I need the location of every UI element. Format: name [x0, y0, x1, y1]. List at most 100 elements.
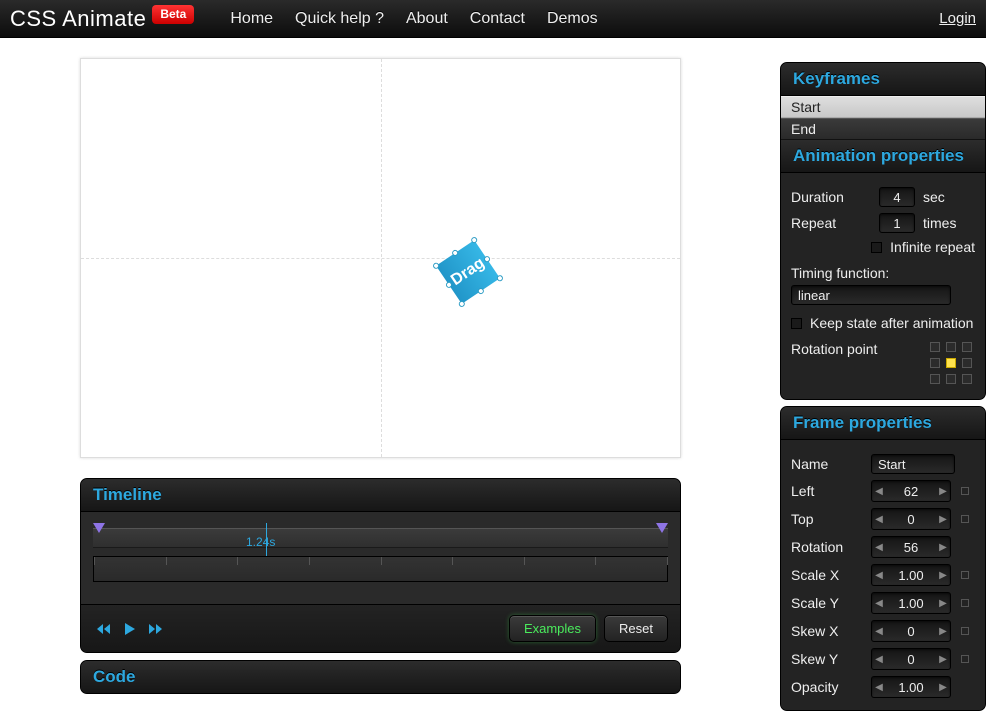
timeline-panel: Timeline 1.24s — [80, 478, 681, 653]
scalex-dec[interactable]: ◀ — [872, 570, 886, 581]
frame-scaley-input[interactable]: ◀ 1.00 ▶ — [871, 592, 951, 614]
skewx-dec[interactable]: ◀ — [872, 626, 886, 637]
frame-opacity-label: Opacity — [791, 679, 865, 695]
skewx-inc[interactable]: ▶ — [936, 626, 950, 637]
keepstate-checkbox[interactable] — [791, 318, 802, 329]
rotpoint-tr[interactable] — [962, 342, 972, 352]
opacity-inc[interactable]: ▶ — [936, 682, 950, 693]
repeat-unit: times — [923, 215, 956, 231]
top-dec[interactable]: ◀ — [872, 514, 886, 525]
examples-button[interactable]: Examples — [509, 615, 596, 642]
timing-label: Timing function: — [791, 265, 889, 281]
frame-scaley-label: Scale Y — [791, 595, 865, 611]
scaley-dec[interactable]: ◀ — [872, 598, 886, 609]
skewy-link-icon[interactable] — [961, 655, 969, 663]
frame-skewx-label: Skew X — [791, 623, 865, 639]
timeline-timelabel: 1.24s — [246, 535, 275, 549]
frame-body: Name Start Left ◀ 62 ▶ Top ◀ 0 ▶ — [781, 440, 985, 710]
timing-select[interactable]: linear — [791, 285, 951, 305]
top-link-icon[interactable] — [961, 515, 969, 523]
play-button[interactable] — [119, 619, 141, 639]
drag-element[interactable]: Drag — [436, 240, 500, 304]
frame-scalex-input[interactable]: ◀ 1.00 ▶ — [871, 564, 951, 586]
duration-unit: sec — [923, 189, 945, 205]
keyframes-title: Keyframes — [781, 63, 985, 96]
frame-name-label: Name — [791, 456, 865, 472]
keyframe-item-start[interactable]: Start — [781, 96, 985, 118]
frame-name-input[interactable]: Start — [871, 454, 955, 474]
drag-label: Drag — [448, 254, 488, 289]
frame-top-label: Top — [791, 511, 865, 527]
rotpoint-ml[interactable] — [930, 358, 940, 368]
rotation-point-grid — [929, 341, 975, 387]
timeline-controls: Examples Reset — [81, 604, 680, 652]
nav-contact[interactable]: Contact — [470, 10, 525, 28]
keyframe-item-end[interactable]: End — [781, 118, 985, 140]
keyframe-marker-start[interactable] — [93, 523, 105, 533]
anim-body: Duration 4 sec Repeat 1 times Infinite r… — [781, 173, 985, 399]
frame-top-input[interactable]: ◀ 0 ▶ — [871, 508, 951, 530]
keyframe-marker-end[interactable] — [656, 523, 668, 533]
duration-label: Duration — [791, 189, 871, 205]
frame-rotation-label: Rotation — [791, 539, 865, 555]
rotpoint-br[interactable] — [962, 374, 972, 384]
left-inc[interactable]: ▶ — [936, 486, 950, 497]
opacity-dec[interactable]: ◀ — [872, 682, 886, 693]
left-dec[interactable]: ◀ — [872, 486, 886, 497]
login-link[interactable]: Login — [939, 10, 976, 27]
timeline-ruler[interactable] — [93, 556, 668, 582]
infinite-checkbox[interactable] — [871, 242, 882, 253]
top-inc[interactable]: ▶ — [936, 514, 950, 525]
resize-handle-bl[interactable] — [432, 262, 440, 270]
stage[interactable]: Drag — [80, 58, 681, 458]
frame-left-label: Left — [791, 483, 865, 499]
resize-handle-mr[interactable] — [477, 287, 485, 295]
rotation-dec[interactable]: ◀ — [872, 542, 886, 553]
skewx-link-icon[interactable] — [961, 627, 969, 635]
reset-button[interactable]: Reset — [604, 615, 668, 642]
resize-handle-tl[interactable] — [470, 236, 478, 244]
resize-handle-tm[interactable] — [483, 255, 491, 263]
rotpoint-mr[interactable] — [962, 358, 972, 368]
duration-input[interactable]: 4 — [879, 187, 915, 207]
frame-scalex-label: Scale X — [791, 567, 865, 583]
topbar: CSS Animate Beta Home Quick help ? About… — [0, 0, 986, 38]
rotpoint-tm[interactable] — [946, 342, 956, 352]
scalex-link-icon[interactable] — [961, 571, 969, 579]
nav-demos[interactable]: Demos — [547, 10, 598, 28]
resize-handle-tr[interactable] — [496, 274, 504, 282]
frame-rotation-input[interactable]: ◀ 56 ▶ — [871, 536, 951, 558]
frame-opacity-input[interactable]: ◀ 1.00 ▶ — [871, 676, 951, 698]
scalex-inc[interactable]: ▶ — [936, 570, 950, 581]
skewy-inc[interactable]: ▶ — [936, 654, 950, 665]
code-panel: Code — [80, 660, 681, 694]
nav-home[interactable]: Home — [230, 10, 273, 28]
timeline-keyframe-track[interactable] — [93, 528, 668, 548]
rotpoint-bm[interactable] — [946, 374, 956, 384]
fastforward-button[interactable] — [145, 619, 167, 639]
scaley-inc[interactable]: ▶ — [936, 598, 950, 609]
resize-handle-ml[interactable] — [451, 249, 459, 257]
nav-about[interactable]: About — [406, 10, 448, 28]
infinite-label: Infinite repeat — [890, 239, 975, 255]
frame-title: Frame properties — [781, 407, 985, 440]
frame-left-input[interactable]: ◀ 62 ▶ — [871, 480, 951, 502]
repeat-input[interactable]: 1 — [879, 213, 915, 233]
nav-links: Home Quick help ? About Contact Demos — [230, 10, 597, 28]
resize-handle-br[interactable] — [458, 300, 466, 308]
rotation-inc[interactable]: ▶ — [936, 542, 950, 553]
rotpoint-center[interactable] — [946, 358, 956, 368]
skewy-dec[interactable]: ◀ — [872, 654, 886, 665]
scaley-link-icon[interactable] — [961, 599, 969, 607]
nav-quickhelp[interactable]: Quick help ? — [295, 10, 384, 28]
frame-skewx-input[interactable]: ◀ 0 ▶ — [871, 620, 951, 642]
right-column: Keyframes Start End Animation properties… — [780, 62, 986, 711]
frame-skewy-label: Skew Y — [791, 651, 865, 667]
keyframes-panel: Keyframes Start End Animation properties… — [780, 62, 986, 400]
left-link-icon[interactable] — [961, 487, 969, 495]
frame-panel: Frame properties Name Start Left ◀ 62 ▶ … — [780, 406, 986, 711]
rewind-button[interactable] — [93, 619, 115, 639]
rotpoint-bl[interactable] — [930, 374, 940, 384]
rotpoint-tl[interactable] — [930, 342, 940, 352]
frame-skewy-input[interactable]: ◀ 0 ▶ — [871, 648, 951, 670]
